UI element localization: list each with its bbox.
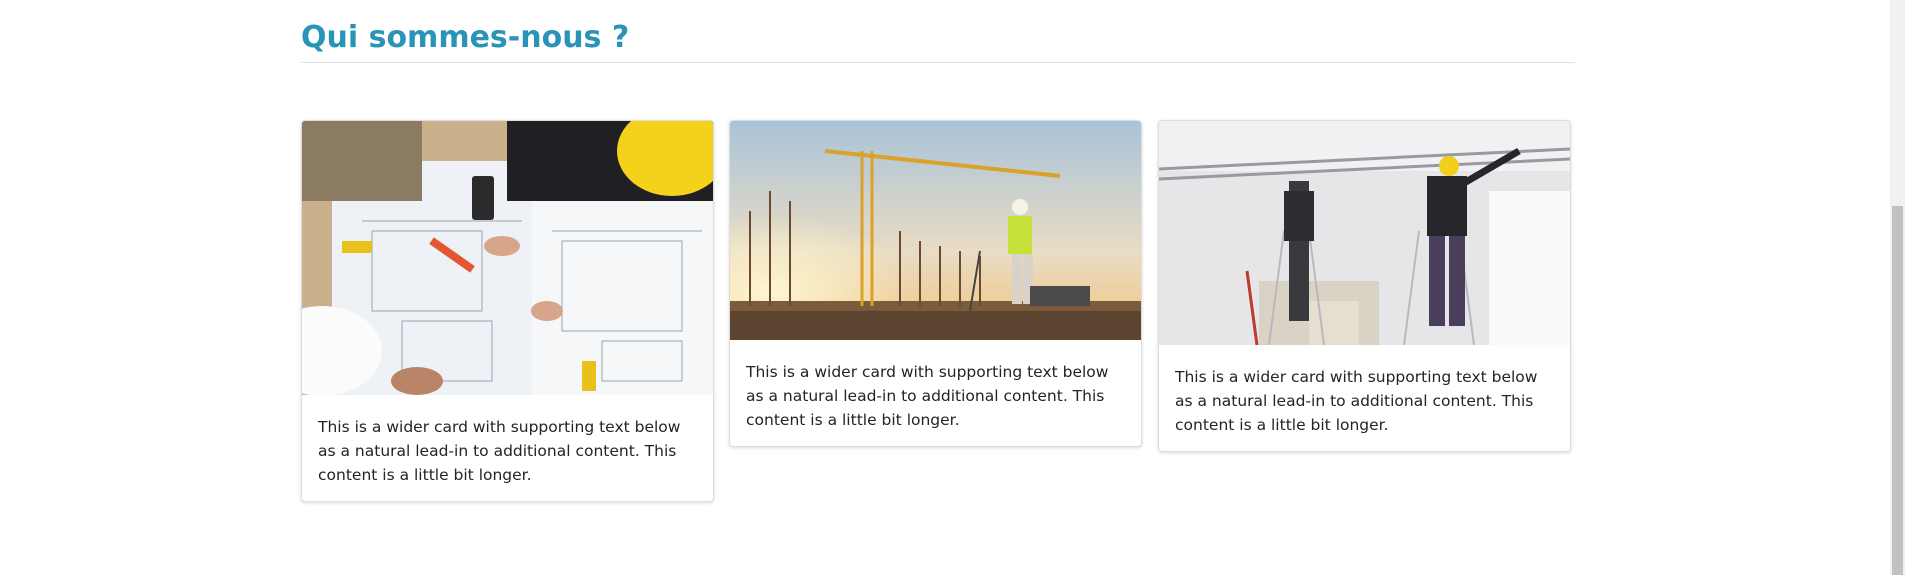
section-title: Qui sommes-nous ? <box>301 20 630 55</box>
card-1-image <box>302 121 713 395</box>
card-1-body: This is a wider card with supporting tex… <box>302 395 713 501</box>
card-1: This is a wider card with supporting tex… <box>301 120 714 502</box>
card-3-image <box>1159 121 1570 345</box>
card-3: This is a wider card with supporting tex… <box>1158 120 1571 452</box>
vertical-scrollbar[interactable] <box>1890 0 1905 575</box>
card-2-text: This is a wider card with supporting tex… <box>746 363 1109 429</box>
card-2-image <box>730 121 1141 340</box>
card-2-body: This is a wider card with supporting tex… <box>730 340 1141 446</box>
title-divider <box>301 62 1575 63</box>
scrollbar-thumb[interactable] <box>1892 206 1903 575</box>
card-3-text: This is a wider card with supporting tex… <box>1175 368 1538 434</box>
card-2: This is a wider card with supporting tex… <box>729 120 1142 447</box>
card-3-body: This is a wider card with supporting tex… <box>1159 345 1570 451</box>
card-1-text: This is a wider card with supporting tex… <box>318 418 681 484</box>
who-we-are-section: Qui sommes-nous ? This is a wider card w… <box>301 0 1575 502</box>
